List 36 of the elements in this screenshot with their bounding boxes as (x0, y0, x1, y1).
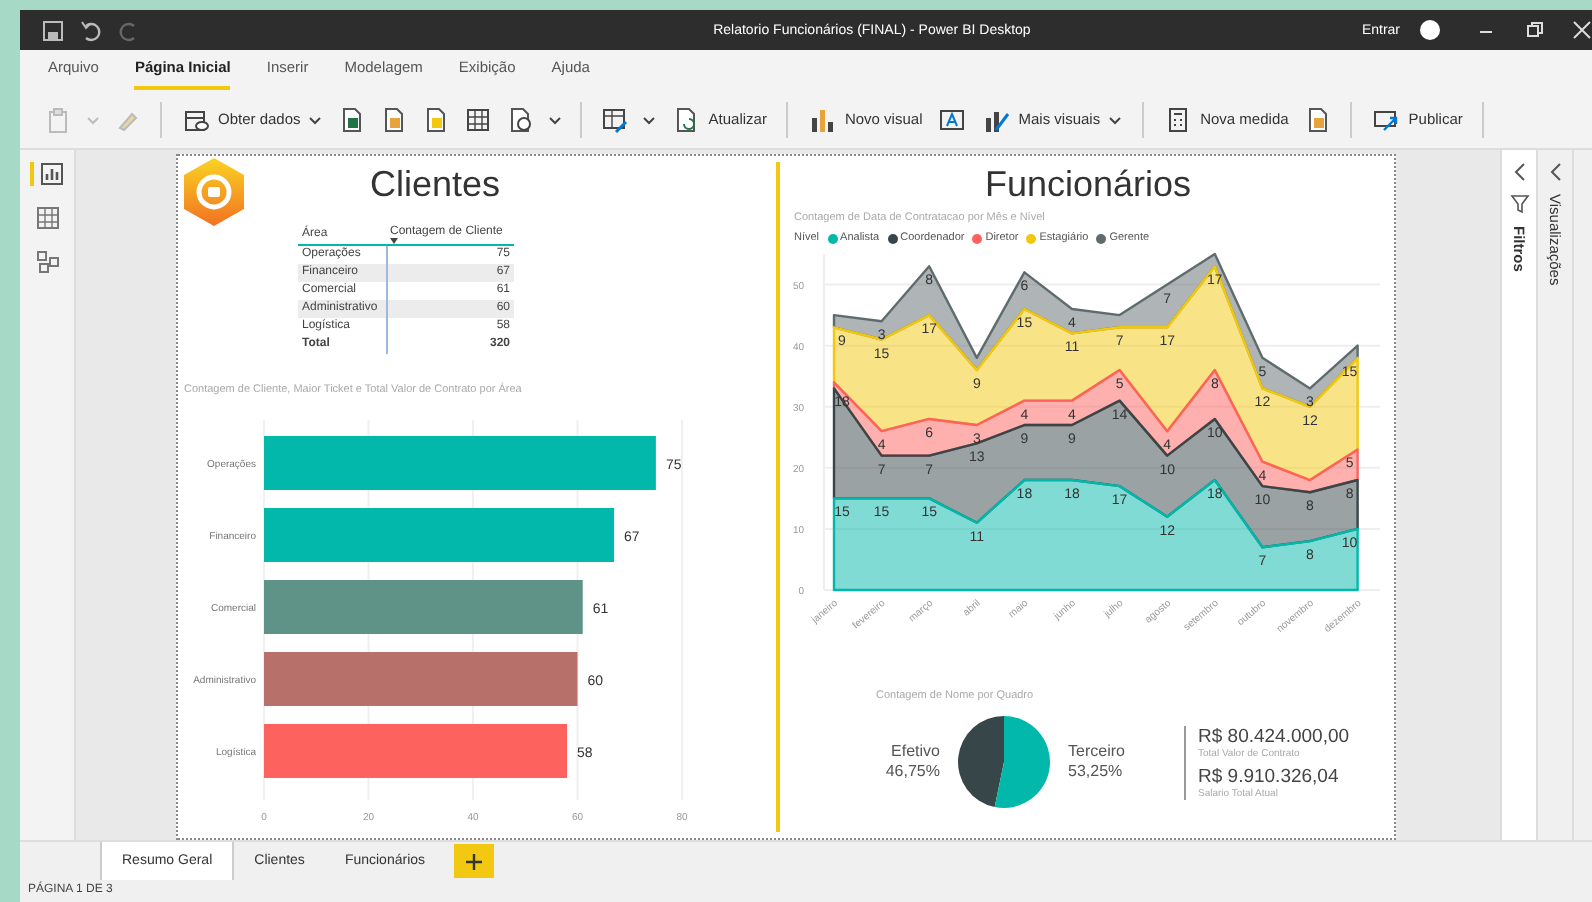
calculator-icon (1164, 105, 1193, 133)
caret-icon[interactable] (308, 113, 323, 125)
filter-icon (1509, 194, 1529, 214)
restore-icon[interactable] (1524, 20, 1544, 40)
close-icon[interactable] (1572, 20, 1592, 40)
report-title: Funcionários (982, 162, 1194, 208)
clock-document-icon[interactable] (506, 105, 535, 133)
caret-icon[interactable] (1108, 113, 1123, 125)
table-icon[interactable] (464, 105, 493, 133)
monitor-arrow-icon (1372, 105, 1401, 133)
model-icon[interactable] (35, 250, 59, 274)
pie-label: Efetivo 46,75% (883, 742, 942, 782)
sort-icon (390, 237, 398, 243)
pie-label: Terceiro 53,25% (1066, 742, 1127, 782)
document-icon[interactable] (1304, 105, 1333, 133)
table-icon[interactable] (35, 206, 59, 230)
spreadsheet-icon[interactable] (338, 105, 367, 133)
refresh-icon (672, 105, 701, 133)
table-pencil-icon[interactable] (600, 105, 629, 133)
card-value: R$ 80.424.000,00 (1198, 725, 1350, 747)
bar-chart-icon (808, 105, 837, 133)
text-box-icon[interactable] (938, 105, 967, 133)
bar-chart-icon[interactable] (40, 162, 64, 186)
add-page-button[interactable] (453, 844, 494, 878)
database-icon (182, 105, 210, 133)
save-icon[interactable] (40, 17, 66, 43)
report-title: Clientes (368, 162, 503, 208)
caret-icon[interactable] (548, 113, 563, 125)
avatar-icon[interactable] (1420, 20, 1440, 40)
document-icon[interactable] (380, 105, 409, 133)
document-icon[interactable] (422, 105, 451, 133)
plus-icon (463, 851, 484, 871)
card-value: R$ 9.910.326,04 (1198, 765, 1341, 787)
undo-icon[interactable] (78, 17, 104, 43)
caret-icon[interactable] (642, 113, 657, 125)
clipboard-icon[interactable] (44, 105, 72, 133)
